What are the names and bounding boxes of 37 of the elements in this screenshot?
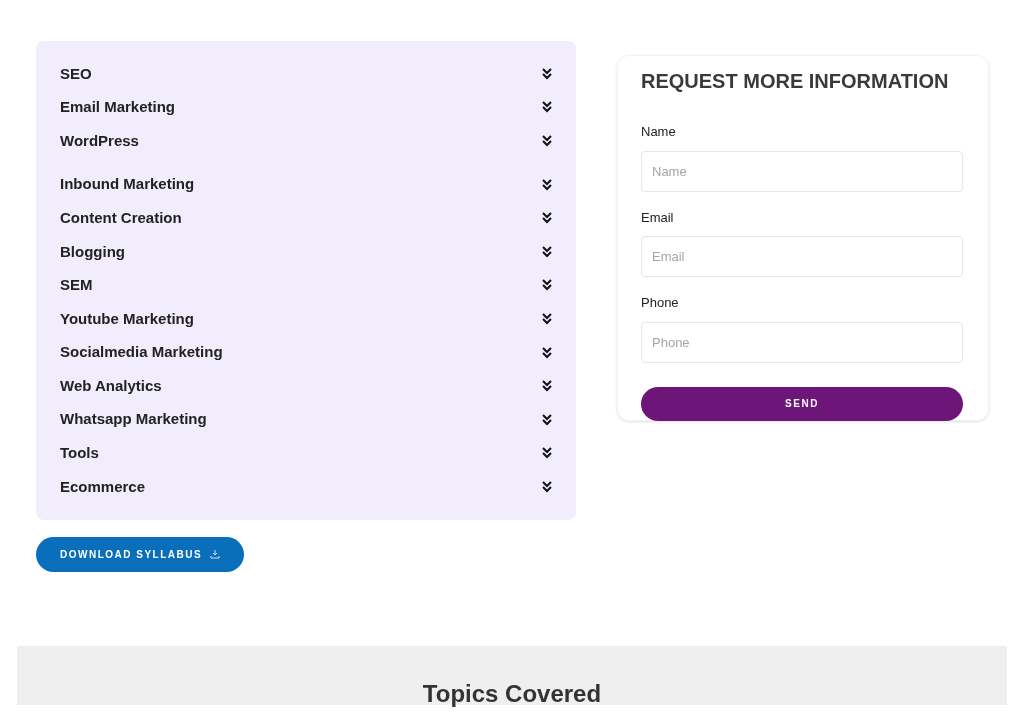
double-chevron-down-icon: [542, 380, 552, 393]
accordion-item[interactable]: Ecommerce: [60, 470, 552, 504]
text-input[interactable]: Phone: [641, 321, 963, 363]
accordion-item[interactable]: Tools: [60, 436, 552, 471]
download-icon: [210, 549, 221, 560]
text-input[interactable]: Name: [641, 150, 963, 192]
accordion-item[interactable]: Content Creation: [60, 201, 552, 235]
accordion-item[interactable]: SEO: [60, 57, 552, 91]
accordion-item[interactable]: Whatsapp Marketing: [60, 402, 552, 437]
double-chevron-down-icon: [542, 279, 552, 292]
field-label: Phone: [641, 294, 680, 312]
accordion-item[interactable]: Socialmedia Marketing: [60, 335, 552, 370]
double-chevron-down-icon: [542, 212, 552, 225]
text-input[interactable]: Email: [641, 236, 963, 277]
double-chevron-down-icon: [542, 447, 552, 460]
accordion-item[interactable]: Youtube Marketing: [60, 302, 552, 336]
double-chevron-down-icon: [542, 346, 552, 359]
double-chevron-down-icon: [542, 245, 552, 258]
accordion-item[interactable]: Blogging: [60, 234, 552, 269]
section-title: Topics Covered: [422, 681, 602, 705]
double-chevron-down-icon: [542, 480, 552, 493]
accordion-item[interactable]: SEM: [60, 268, 552, 303]
double-chevron-down-icon: [542, 101, 552, 114]
accordion-item[interactable]: Inbound Marketing: [60, 167, 552, 202]
double-chevron-down-icon: [542, 67, 552, 80]
double-chevron-down-icon: [542, 312, 552, 325]
form-title: REQUEST MORE INFORMATION: [641, 69, 950, 94]
accordion-item[interactable]: Email Marketing: [60, 90, 552, 125]
field-label: Email: [641, 208, 675, 227]
accordion-item[interactable]: WordPress: [60, 124, 552, 158]
send-button[interactable]: SEND: [641, 386, 963, 421]
field-label: Name: [641, 123, 677, 141]
accordion-item[interactable]: Web Analytics: [60, 369, 552, 403]
double-chevron-down-icon: [542, 135, 552, 147]
double-chevron-down-icon: [542, 178, 552, 191]
download-syllabus-button[interactable]: DOWNLOAD SYLLABUS: [36, 536, 245, 572]
double-chevron-down-icon: [542, 413, 552, 426]
